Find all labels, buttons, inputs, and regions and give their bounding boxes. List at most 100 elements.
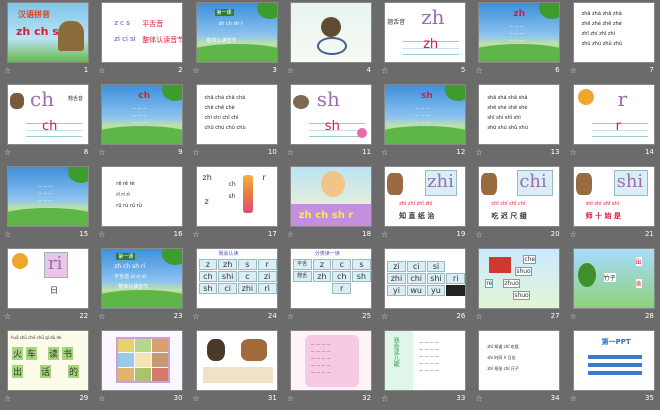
slide-cell-20[interactable]: chi chī chí chǐ chì 吃 迟 尺 翅 ☆ 20: [471, 164, 565, 246]
slide-cell-2[interactable]: z c s 平舌音 zi ci si 整体认读音节 ☆ 2: [94, 0, 188, 82]
slide-thumbnail[interactable]: [195, 330, 278, 391]
slide-cell-25[interactable]: 分类读一读 平舌 z c s 翘舌 zh ch sh r ☆ 25: [283, 246, 377, 328]
slide-thumbnail[interactable]: sh — — — — — — — — —: [384, 84, 467, 145]
slide-thumbnail[interactable]: z c s 平舌音 zi ci si 整体认读音节: [101, 2, 184, 63]
slide-thumbnail[interactable]: zh ch sh r z: [195, 166, 278, 227]
slide-thumbnail[interactable]: zi ci si zhi chi shi ri yi wu yu: [384, 248, 467, 309]
character-illustration: [387, 173, 404, 195]
slide-cell-14[interactable]: r r ☆ 14: [566, 82, 660, 164]
slide-thumbnail[interactable]: ch 翘舌音 ch: [7, 84, 89, 145]
slide-cell-35[interactable]: 第一PPT ☆ 35: [566, 328, 660, 410]
slide-cell-29[interactable]: huǒ shū chē chū qí dú de 火 车 读 书 出 话 的 ☆…: [0, 328, 94, 410]
slide-thumbnail[interactable]: [101, 330, 184, 391]
slide-cell-22[interactable]: ri 日 ☆ 22: [0, 246, 94, 328]
lesson-tag: 第一课: [214, 9, 234, 16]
picture-tile: [152, 353, 169, 367]
table-cell: zh: [218, 259, 238, 270]
syllable-table: zi ci si zhi chi shi ri yi wu yu: [387, 261, 466, 296]
slide-cell-9[interactable]: ch — — — — — — — — — ☆ 9: [94, 82, 188, 164]
transition-star-icon: ☆: [98, 66, 106, 75]
slide-cell-28[interactable]: 竹子 出 舍 ☆ 28: [566, 246, 660, 328]
slide-number: 3: [272, 66, 277, 74]
table-cell: 翘舌: [292, 271, 312, 282]
slide-thumbnail[interactable]: 第一课 zh ch sh ri 平舌音 zi ci si 整体认读音节: [101, 248, 184, 309]
syllable-rows: shā shá shǎ shà shē shé shě shè shī shí …: [487, 93, 528, 133]
transition-star-icon: ☆: [475, 230, 483, 239]
slide-cell-30[interactable]: ☆ 30: [94, 328, 188, 410]
slide-cell-18[interactable]: zh ch sh r ☆ 18: [283, 164, 377, 246]
slide-thumbnail[interactable]: shā shá shǎ shà shē shé shě shè shī shí …: [478, 84, 561, 145]
slide-cell-10[interactable]: chā chá chǎ chà chē chě chè chī chí chǐ …: [189, 82, 283, 164]
child-illustration: [58, 21, 84, 51]
slide-cell-4[interactable]: ☆ 4: [283, 0, 377, 82]
slide-cell-6[interactable]: zh — — — — — — — — — ☆ 6: [471, 0, 565, 82]
slide-thumbnail[interactable]: 分类读一读 平舌 z c s 翘舌 zh ch sh r: [289, 248, 372, 309]
slide-thumbnail[interactable]: r r: [572, 84, 655, 145]
slide-thumbnail[interactable]: zh ch sh r: [289, 166, 372, 227]
slide-thumbnail[interactable]: 我会读儿歌 — — — — — — — — — — — — — — — — — — — …: [384, 330, 467, 391]
slide-thumbnail[interactable]: 竹子 出 舍: [572, 248, 655, 309]
transition-star-icon: ☆: [98, 230, 106, 239]
slide-cell-5[interactable]: 翘舌音 zh zh ☆ 5: [377, 0, 471, 82]
slide-thumbnail[interactable]: ri 日: [7, 248, 89, 309]
slide-thumbnail[interactable]: 第一课 zh ch sh r 整体认读音节: [195, 2, 278, 63]
hanzi-row: 知 直 纸 治: [399, 212, 435, 220]
slide-thumbnail[interactable]: chi chī chí chǐ chì 吃 迟 尺 翅: [478, 166, 561, 227]
hill-decoration: [102, 290, 183, 308]
slide-thumbnail[interactable]: — — — — — — — — — — — — — — — — — — — —: [289, 330, 372, 391]
slide-cell-32[interactable]: — — — — — — — — — — — — — — — — — — — — ☆ 32: [283, 328, 377, 410]
slide-thumbnail[interactable]: zhī 知道 chī 吃饭 shí 时间 rì 日出 zhǐ 纸张 chǐ 尺子: [478, 330, 561, 391]
lesson-footer: 整体认读音节: [118, 284, 149, 290]
slide-thumbnail[interactable]: che shuo zhuo shuo re: [478, 248, 561, 309]
big-letter: r: [617, 87, 628, 111]
slide-thumbnail[interactable]: sh sh: [289, 84, 372, 145]
slide-thumbnail[interactable]: rē rě rè rī rí rì rū rú rǔ rù: [101, 166, 184, 227]
snail-illustration: [292, 95, 309, 109]
slide-cell-8[interactable]: ch 翘舌音 ch ☆ 8: [0, 82, 94, 164]
slide-cell-12[interactable]: sh — — — — — — — — — ☆ 12: [377, 82, 471, 164]
slide-cell-26[interactable]: zi ci si zhi chi shi ri yi wu yu ☆ 26: [377, 246, 471, 328]
transition-star-icon: ☆: [192, 394, 200, 403]
slide-thumbnail[interactable]: — — — — — — — — —: [7, 166, 89, 227]
slide-thumbnail[interactable]: ch — — — — — — — — —: [101, 84, 184, 145]
slide-thumbnail[interactable]: zh — — — — — — — — —: [478, 2, 561, 63]
slide-cell-34[interactable]: zhī 知道 chī 吃饭 shí 时间 rì 日出 zhǐ 纸张 chǐ 尺子…: [471, 328, 565, 410]
slide-cell-31[interactable]: ☆ 31: [189, 328, 283, 410]
slide-cell-17[interactable]: zh ch sh r z ☆ 17: [189, 164, 283, 246]
big-letter: zh: [513, 9, 525, 19]
slide-cell-16[interactable]: rē rě rè rī rí rì rū rú rǔ rù ☆ 16: [94, 164, 188, 246]
slide-number: 32: [362, 394, 372, 402]
slide-cell-23[interactable]: 第一课 zh ch sh ri 平舌音 zi ci si 整体认读音节 ☆ 23: [94, 246, 188, 328]
slide-thumbnail[interactable]: 汉语拼音 zh ch sh r: [7, 2, 89, 63]
slide-number: 20: [550, 230, 560, 238]
bear-illustration: [320, 17, 341, 37]
slide-thumbnail[interactable]: 第一PPT: [572, 330, 655, 391]
table-cell-empty: [446, 261, 465, 272]
slide-cell-1[interactable]: 汉语拼音 zh ch sh r ☆ 1: [0, 0, 94, 82]
table-cell: ri: [446, 273, 466, 284]
table-cell: zh: [312, 271, 332, 282]
slide-thumbnail[interactable]: zhi zhī zhí zhǐ zhì 知 直 纸 治: [384, 166, 467, 227]
big-syllable: chi: [519, 171, 547, 192]
slide-cell-27[interactable]: che shuo zhuo shuo re ☆ 27: [471, 246, 565, 328]
slide-thumbnail[interactable]: chā chá chǎ chà chē chě chè chī chí chǐ …: [195, 84, 278, 145]
slide-cell-11[interactable]: sh sh ☆ 11: [283, 82, 377, 164]
slide-cell-7[interactable]: zhā zhá zhǎ zhà zhē zhé zhě zhè zhī zhí …: [566, 0, 660, 82]
slide-cell-24[interactable]: 我会认读 z zh s r ch shi c zi sh ci zhi ri ☆…: [189, 246, 283, 328]
picture-tile: [118, 353, 135, 367]
slide-thumbnail[interactable]: huǒ shū chē chū qí dú de 火 车 读 书 出 话 的: [7, 330, 89, 391]
slide-thumbnail[interactable]: shi shī shí shǐ shì 师 十 始 是: [572, 166, 655, 227]
slide-thumbnail[interactable]: [289, 2, 372, 63]
slide-cell-33[interactable]: 我会读儿歌 — — — — — — — — — — — — — — — — — — — …: [377, 328, 471, 410]
transition-star-icon: ☆: [4, 66, 12, 75]
slide-cell-15[interactable]: — — — — — — — — — ☆ 15: [0, 164, 94, 246]
slide-thumbnail[interactable]: 我会认读 z zh s r ch shi c zi sh ci zhi ri: [195, 248, 278, 309]
syllable-table: z zh s r ch shi c zi sh ci zhi ri: [198, 259, 277, 294]
slide-cell-13[interactable]: shā shá shǎ shà shē shé shě shè shī shí …: [471, 82, 565, 164]
slide-cell-19[interactable]: zhi zhī zhí zhǐ zhì 知 直 纸 治 ☆ 19: [377, 164, 471, 246]
slide-cell-21[interactable]: shi shī shí shǐ shì 师 十 始 是 ☆ 21: [566, 164, 660, 246]
slide-thumbnail[interactable]: zhā zhá zhǎ zhà zhē zhé zhě zhè zhī zhí …: [572, 2, 655, 63]
slide-thumbnail[interactable]: 翘舌音 zh zh: [384, 2, 467, 63]
hanzi-tile: 的: [68, 365, 80, 378]
slide-cell-3[interactable]: 第一课 zh ch sh r 整体认读音节 ☆ 3: [189, 0, 283, 82]
